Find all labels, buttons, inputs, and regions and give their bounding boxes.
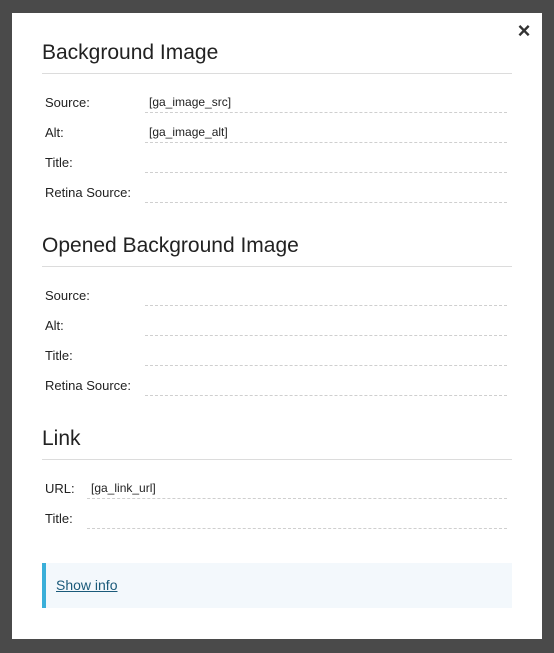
field-label: Retina Source: (45, 185, 131, 200)
alt-input[interactable] (145, 121, 507, 143)
field-row-alt: Alt: (42, 117, 512, 147)
field-row-alt: Alt: (42, 310, 512, 340)
field-label: Retina Source: (45, 378, 131, 393)
opened-alt-input[interactable] (145, 314, 507, 336)
field-row-title: Title: (42, 147, 512, 177)
url-input[interactable] (87, 477, 507, 499)
field-row-source: Source: (42, 280, 512, 310)
section-title-link: Link (42, 427, 512, 460)
field-row-title: Title: (42, 340, 512, 370)
opened-title-input[interactable] (145, 344, 507, 366)
title-input[interactable] (145, 151, 507, 173)
field-label: Title: (45, 348, 73, 363)
field-label: Alt: (45, 318, 64, 333)
info-box: Show info (42, 563, 512, 608)
section-title-background-image: Background Image (42, 41, 512, 74)
link-title-input[interactable] (87, 507, 507, 529)
opened-retina-source-input[interactable] (145, 374, 507, 396)
field-label: Alt: (45, 125, 64, 140)
section-title-opened-background-image: Opened Background Image (42, 234, 512, 267)
close-button[interactable]: × (514, 20, 534, 42)
field-label: Title: (45, 511, 73, 526)
field-label: Source: (45, 288, 90, 303)
field-row-retina-source: Retina Source: (42, 177, 512, 207)
field-label: URL: (45, 481, 75, 496)
field-row-retina-source: Retina Source: (42, 370, 512, 400)
field-row-url: URL: (42, 473, 512, 503)
opened-background-image-section: Opened Background Image Source: Alt: Tit… (42, 234, 512, 400)
show-info-link[interactable]: Show info (56, 577, 117, 593)
opened-source-input[interactable] (145, 284, 507, 306)
field-row-title: Title: (42, 503, 512, 533)
field-label: Title: (45, 155, 73, 170)
source-input[interactable] (145, 91, 507, 113)
modal-dialog: × Background Image Source: Alt: Title: R… (12, 13, 542, 639)
field-row-source: Source: (42, 87, 512, 117)
background-image-section: Background Image Source: Alt: Title: Ret… (42, 41, 512, 207)
retina-source-input[interactable] (145, 181, 507, 203)
field-label: Source: (45, 95, 90, 110)
link-section: Link URL: Title: (42, 427, 512, 533)
